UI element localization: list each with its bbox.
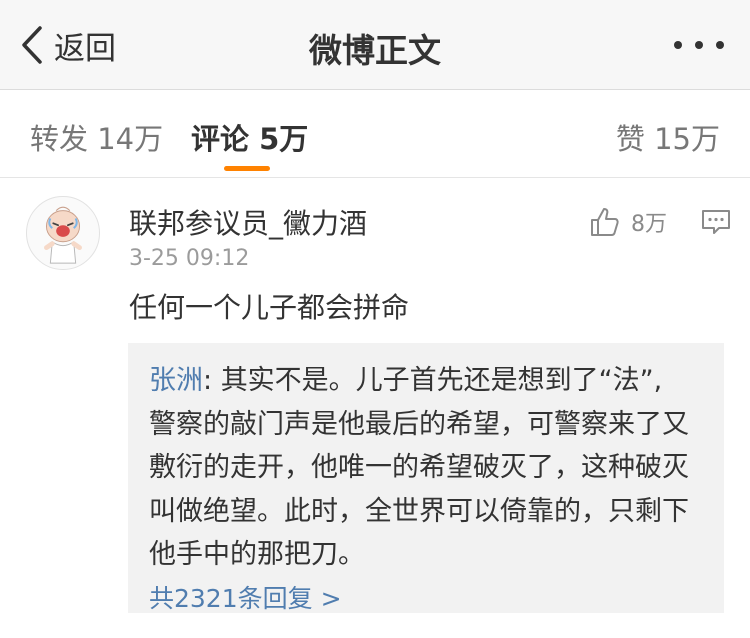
reply-line: 叫做绝望。此时，全世界可以倚靠的，只剩下 (149, 495, 689, 527)
comment-icon (702, 210, 730, 234)
reply-author[interactable]: 张洲 (149, 365, 203, 396)
reply-line: 警察的敲门声是他最后的希望，可警察来了又 (149, 408, 689, 440)
navigation-bar: 返回 微博正文 (0, 0, 750, 90)
reply-first-line: 其实不是。儿子首先还是想到了“法”, (220, 365, 663, 396)
avatar[interactable] (26, 196, 100, 270)
comment-timestamp: 3-25 09:12 (129, 246, 250, 271)
reply-comment-button[interactable] (700, 206, 732, 238)
reply-preview[interactable]: 张洲: 其实不是。儿子首先还是想到了“法”, 警察的敲门声是他最后的希望，可警察… (128, 343, 724, 613)
reply-line: 敷衍的走开，他唯一的希望破灭了，这种破灭 (149, 452, 689, 483)
more-dot-icon (716, 41, 724, 49)
thumbs-up-icon (591, 208, 619, 236)
more-dot-icon (674, 41, 682, 49)
comment-text: 任何一个儿子都会拼命 (129, 291, 410, 324)
more-dot-icon (695, 41, 703, 49)
tab-comment[interactable]: 评论 5万 (191, 116, 308, 158)
like-count: 8万 (631, 212, 667, 237)
tab-repost[interactable]: 转发 14万 (30, 116, 163, 158)
tab-like[interactable]: 赞 15万 (616, 116, 720, 158)
like-button[interactable]: 8万 (589, 204, 667, 240)
reply-separator: : (203, 365, 221, 396)
comment-username[interactable]: 联邦参议员_黴力酒 (129, 202, 367, 242)
view-all-replies-link[interactable]: 共2321条回复 > (149, 579, 342, 619)
crying-baby-avatar-icon (44, 206, 82, 264)
tab-bar: 转发 14万 评论 5万 赞 15万 (0, 90, 750, 178)
reply-line: 张洲: 其实不是。儿子首先还是想到了“法”, (149, 359, 706, 403)
active-tab-indicator (224, 166, 270, 171)
more-options-button[interactable] (674, 32, 724, 58)
page-title: 微博正文 (309, 31, 441, 70)
reply-line: 他手中的那把刀。 (149, 539, 365, 570)
